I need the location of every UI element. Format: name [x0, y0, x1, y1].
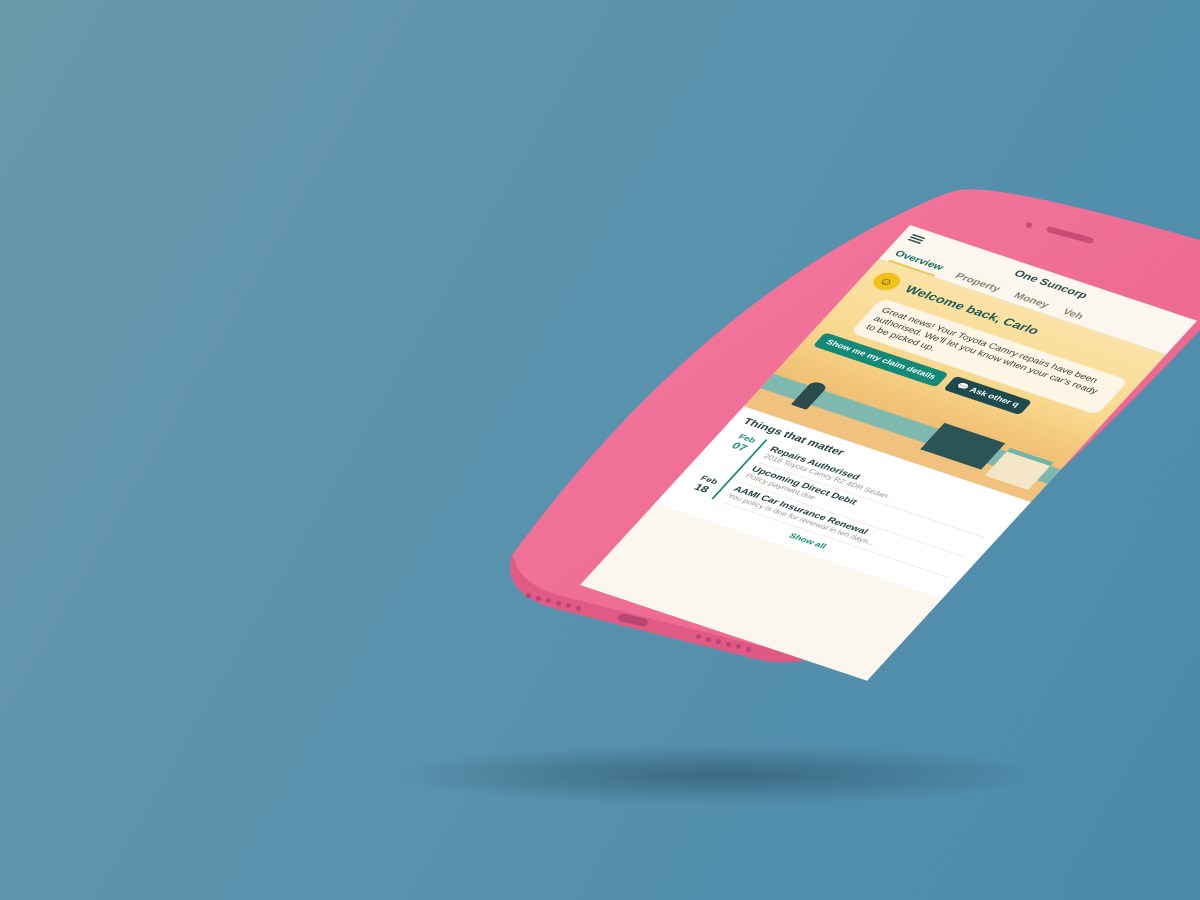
front-camera — [1026, 222, 1032, 228]
speaker-grille-dot — [566, 603, 571, 608]
phone-screen: One Suncorp Overview Property Money Veh … — [575, 225, 1198, 825]
ask-question-label: Ask other q — [967, 386, 1022, 409]
speaker-grille-dot — [546, 598, 551, 603]
assistant-avatar-icon: ☺ — [868, 269, 906, 294]
speaker-grille-dot — [536, 596, 541, 601]
speaker-grille-dot — [556, 601, 561, 606]
speaker-grille-dot — [526, 593, 531, 598]
